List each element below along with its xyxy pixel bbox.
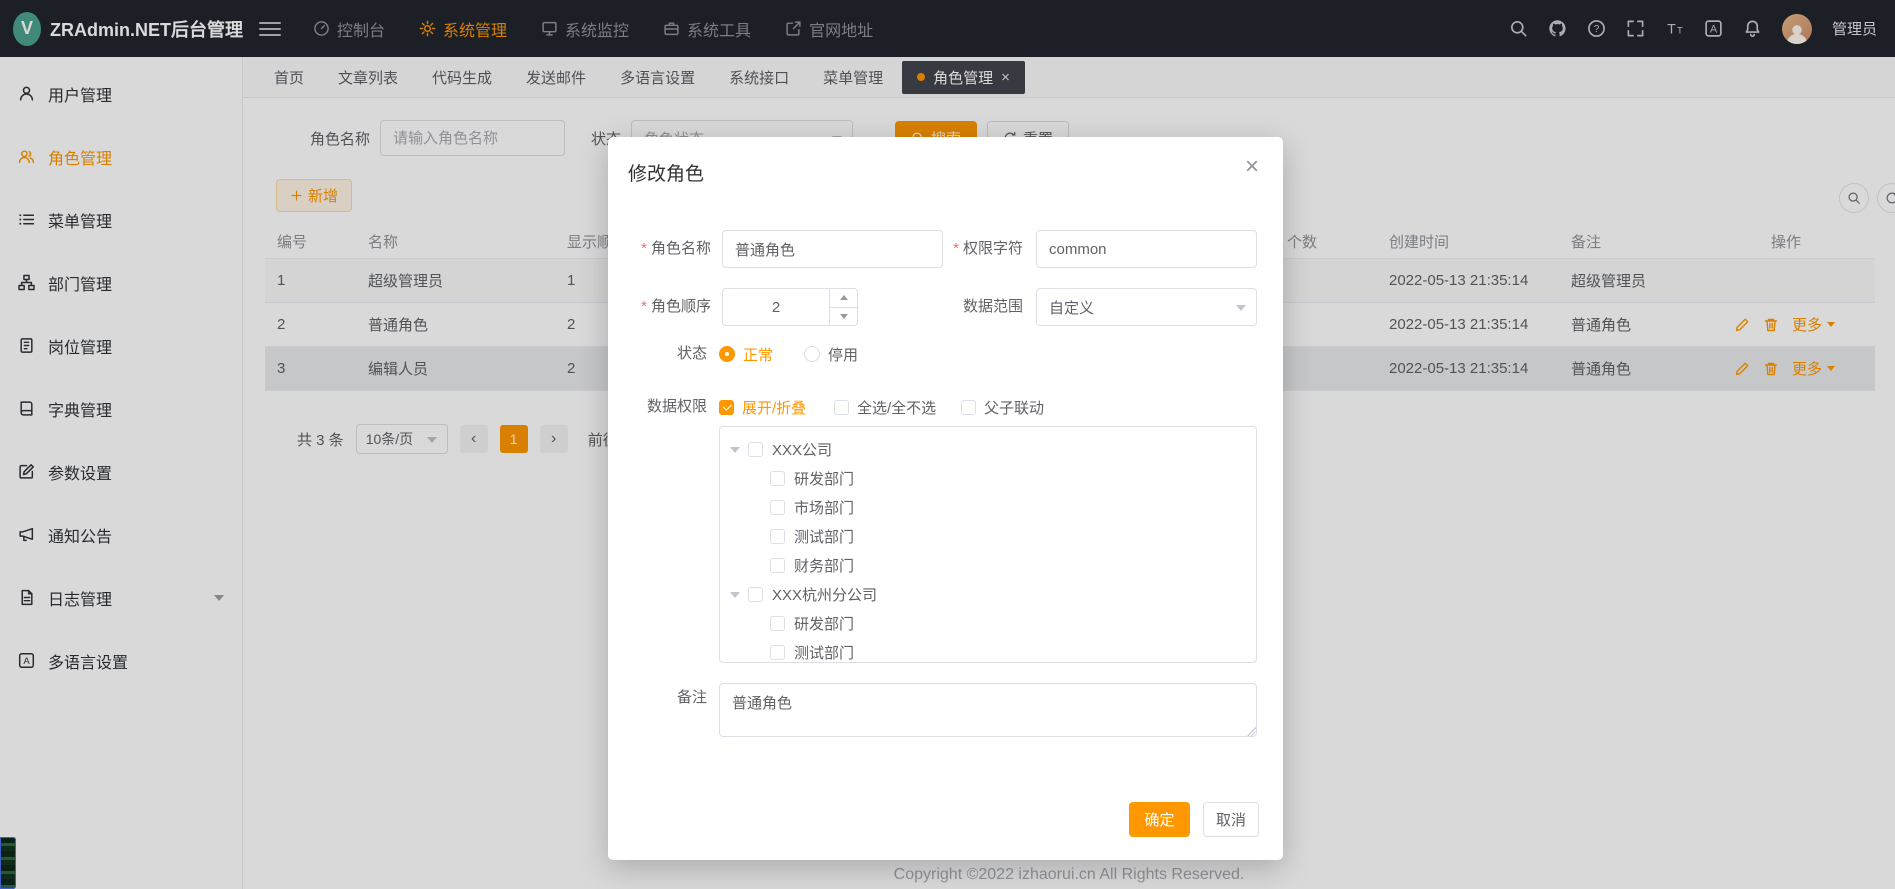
tree-checkbox[interactable] — [748, 587, 763, 602]
data-perm-label: 数据权限 — [608, 393, 707, 421]
remark-label: 备注 — [608, 683, 707, 713]
tree-node-label[interactable]: XXX杭州分公司 — [772, 584, 877, 605]
permission-tree: XXX公司 研发部门 市场部门 测试部门 财务部门 XXX杭州分公司 研发部门 — [719, 426, 1257, 663]
checkbox-icon — [719, 400, 734, 415]
tree-node[interactable]: XXX公司 — [720, 435, 1256, 464]
chevron-down-icon — [840, 314, 848, 319]
perm-char-label: 权限字符 — [908, 230, 1023, 268]
tree-node[interactable]: 研发部门 — [720, 464, 1256, 493]
stepper-up-button[interactable] — [830, 289, 857, 308]
remark-textarea[interactable]: 普通角色 — [719, 683, 1257, 737]
tree-node-label[interactable]: 测试部门 — [794, 526, 854, 547]
edit-role-dialog: 修改角色 × 角色名称 权限字符 角色顺序 2 数据范围 自定义 状态 正常 — [608, 137, 1283, 860]
data-scope-label: 数据范围 — [908, 288, 1023, 326]
confirm-button[interactable]: 确定 — [1129, 802, 1190, 837]
checkbox-label: 展开/折叠 — [742, 397, 806, 418]
tree-node[interactable]: 测试部门 — [720, 638, 1256, 663]
dialog-title: 修改角色 — [628, 159, 704, 186]
tree-expand-icon[interactable] — [730, 447, 740, 453]
tree-node-label[interactable]: 市场部门 — [794, 497, 854, 518]
radio-label: 正常 — [743, 344, 773, 365]
data-scope-select[interactable]: 自定义 — [1036, 288, 1257, 326]
role-order-value: 2 — [723, 289, 829, 325]
checkbox-icon — [961, 400, 976, 415]
tree-checkbox[interactable] — [770, 500, 785, 515]
tree-checkbox[interactable] — [770, 529, 785, 544]
checkbox-label: 父子联动 — [984, 397, 1044, 418]
chevron-down-icon — [1236, 305, 1246, 311]
tree-node-label[interactable]: XXX公司 — [772, 439, 832, 460]
tree-node[interactable]: XXX杭州分公司 — [720, 580, 1256, 609]
select-value: 自定义 — [1049, 297, 1094, 318]
tree-checkbox[interactable] — [770, 558, 785, 573]
chevron-up-icon — [840, 295, 848, 300]
tree-node-label[interactable]: 财务部门 — [794, 555, 854, 576]
role-order-stepper[interactable]: 2 — [722, 288, 858, 326]
role-order-label: 角色顺序 — [608, 288, 711, 326]
tree-expand-icon[interactable] — [730, 592, 740, 598]
expand-collapse-checkbox[interactable]: 展开/折叠 — [719, 393, 806, 421]
perm-char-input[interactable] — [1036, 230, 1257, 268]
status-radio-disabled[interactable]: 停用 — [804, 340, 858, 368]
tree-node-label[interactable]: 研发部门 — [794, 468, 854, 489]
parent-child-link-checkbox[interactable]: 父子联动 — [961, 393, 1044, 421]
status-radio-normal[interactable]: 正常 — [719, 340, 773, 368]
tree-node[interactable]: 市场部门 — [720, 493, 1256, 522]
tree-node[interactable]: 财务部门 — [720, 551, 1256, 580]
checkbox-icon — [834, 400, 849, 415]
tree-node-label[interactable]: 研发部门 — [794, 613, 854, 634]
close-icon[interactable]: × — [1245, 155, 1259, 179]
cancel-button[interactable]: 取消 — [1203, 802, 1259, 837]
tree-node[interactable]: 研发部门 — [720, 609, 1256, 638]
tree-node[interactable]: 测试部门 — [720, 522, 1256, 551]
radio-icon — [804, 346, 820, 362]
radio-icon — [719, 346, 735, 362]
status-label: 状态 — [608, 340, 707, 368]
tree-node-label[interactable]: 测试部门 — [794, 642, 854, 663]
tree-checkbox[interactable] — [770, 471, 785, 486]
tree-checkbox[interactable] — [770, 616, 785, 631]
tree-checkbox[interactable] — [770, 645, 785, 660]
select-all-checkbox[interactable]: 全选/全不选 — [834, 393, 936, 421]
checkbox-label: 全选/全不选 — [857, 397, 936, 418]
radio-label: 停用 — [828, 344, 858, 365]
role-name-label: 角色名称 — [608, 230, 711, 268]
stepper-down-button[interactable] — [830, 308, 857, 326]
tree-checkbox[interactable] — [748, 442, 763, 457]
